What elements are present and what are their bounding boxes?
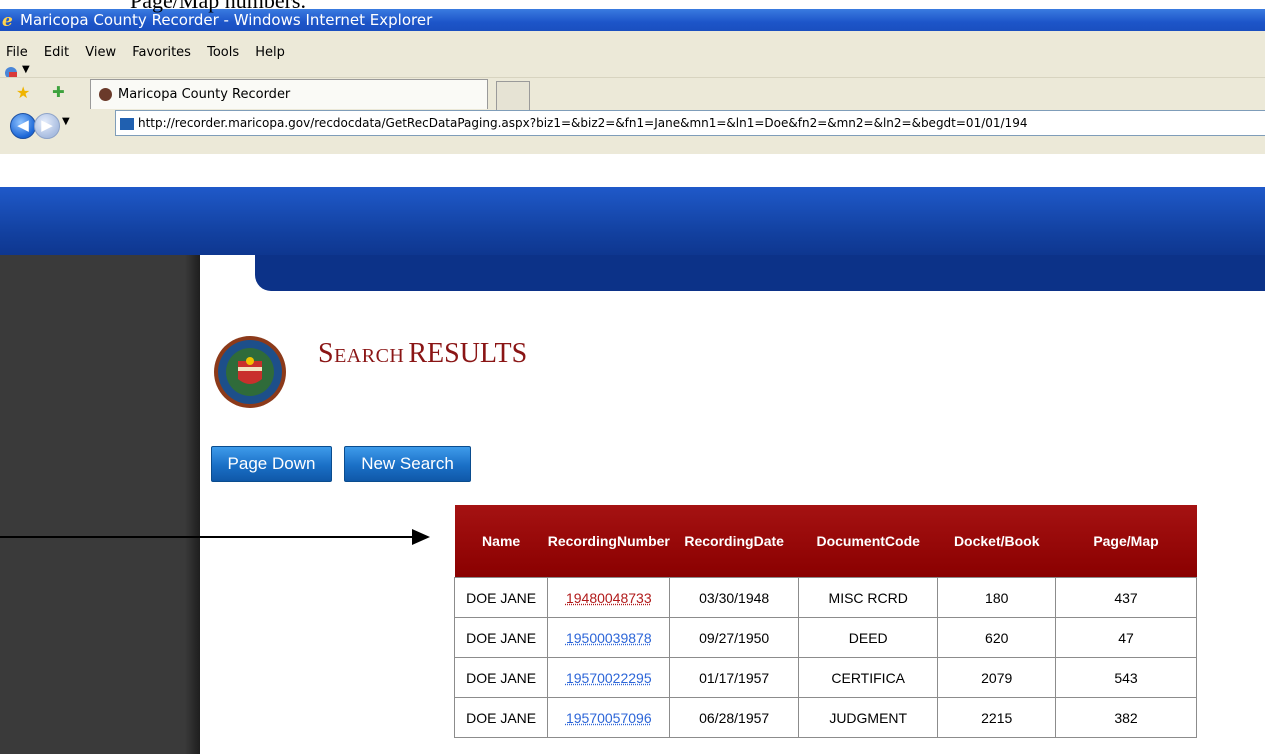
site-favicon-icon bbox=[99, 88, 112, 101]
cell-page-map: 47 bbox=[1055, 617, 1197, 658]
cell-name: DOE JANE bbox=[453, 697, 549, 738]
menu-help[interactable]: Help bbox=[255, 45, 285, 60]
cell-recording-date: 09/27/1950 bbox=[669, 617, 799, 658]
column-header-recording-number: RecordingNumber bbox=[547, 505, 670, 578]
cell-document-code: MISC RCRD bbox=[797, 577, 939, 618]
cell-docket-book: 180 bbox=[937, 577, 1056, 618]
cell-docket-book: 620 bbox=[937, 617, 1056, 658]
cell-recording-number: 19500039878 bbox=[547, 617, 671, 658]
address-input[interactable]: http://recorder.maricopa.gov/recdocdata/… bbox=[115, 110, 1265, 136]
results-table: Name RecordingNumber RecordingDate Docum… bbox=[453, 505, 1197, 738]
address-url: http://recorder.maricopa.gov/recdocdata/… bbox=[138, 116, 1028, 130]
favorites-star-icon[interactable]: ★ bbox=[16, 83, 30, 102]
table-row: DOE JANE 19570057096 06/28/1957 JUDGMENT… bbox=[453, 697, 1197, 738]
column-header-page-map: Page/Map bbox=[1055, 505, 1197, 578]
menu-file[interactable]: File bbox=[6, 45, 28, 60]
cell-recording-date: 06/28/1957 bbox=[669, 697, 799, 738]
menu-bar: File Edit View Favorites Tools Help ▼ bbox=[0, 31, 1265, 79]
page-title-big: RESULTS bbox=[408, 338, 528, 369]
left-sidebar bbox=[0, 255, 200, 754]
cell-document-code: DEED bbox=[797, 617, 939, 658]
cell-name: DOE JANE bbox=[453, 577, 549, 618]
column-header-name: Name bbox=[454, 505, 548, 578]
table-row: DOE JANE 19500039878 09/27/1950 DEED 620… bbox=[453, 617, 1197, 658]
cell-recording-date: 01/17/1957 bbox=[669, 657, 799, 698]
cell-name: DOE JANE bbox=[453, 657, 549, 698]
cell-docket-book: 2079 bbox=[937, 657, 1056, 698]
forward-arrow-icon: ▶ bbox=[41, 116, 53, 134]
cell-recording-date: 03/30/1948 bbox=[669, 577, 799, 618]
county-seal-logo bbox=[214, 336, 286, 408]
cell-docket-book: 2215 bbox=[937, 697, 1056, 738]
recording-number-link[interactable]: 19570057096 bbox=[566, 710, 652, 726]
new-tab-button[interactable] bbox=[496, 81, 530, 110]
tab-maricopa[interactable]: Maricopa County Recorder bbox=[90, 79, 488, 109]
column-header-recording-date: RecordingDate bbox=[669, 505, 799, 578]
tab-label: Maricopa County Recorder bbox=[118, 87, 291, 102]
table-row: DOE JANE 19480048733 03/30/1948 MISC RCR… bbox=[453, 577, 1197, 618]
cell-recording-number: 19480048733 bbox=[547, 577, 671, 618]
back-arrow-icon: ◀ bbox=[17, 116, 29, 134]
cell-page-map: 382 bbox=[1055, 697, 1197, 738]
ie-logo-icon: e bbox=[2, 11, 13, 31]
header-curve bbox=[255, 255, 1265, 291]
recording-number-link[interactable]: 19570022295 bbox=[566, 670, 652, 686]
toolbar-dropdown-icon[interactable]: ▼ bbox=[22, 64, 30, 75]
cell-document-code: CERTIFICA bbox=[797, 657, 939, 698]
menu-view[interactable]: View bbox=[85, 45, 116, 60]
sidebar-shadow bbox=[185, 255, 200, 754]
forward-button[interactable]: ▶ bbox=[34, 113, 60, 139]
recording-number-link[interactable]: 19500039878 bbox=[566, 630, 652, 646]
menu-tools[interactable]: Tools bbox=[207, 45, 239, 60]
results-header-row: Name RecordingNumber RecordingDate Docum… bbox=[454, 505, 1197, 578]
menu-favorites[interactable]: Favorites bbox=[132, 45, 191, 60]
history-dropdown-icon[interactable]: ▼ bbox=[62, 116, 70, 127]
new-search-button[interactable]: New Search bbox=[344, 446, 471, 482]
page-down-button[interactable]: Page Down bbox=[211, 446, 332, 482]
cell-page-map: 543 bbox=[1055, 657, 1197, 698]
cell-recording-number: 19570022295 bbox=[547, 657, 671, 698]
page-title-small: Search bbox=[318, 338, 405, 369]
cell-recording-number: 19570057096 bbox=[547, 697, 671, 738]
cell-name: DOE JANE bbox=[453, 617, 549, 658]
document-caption: Page/Map numbers. bbox=[130, 0, 306, 13]
cell-page-map: 437 bbox=[1055, 577, 1197, 618]
annotation-arrow-line bbox=[0, 536, 418, 538]
annotation-arrow-icon bbox=[412, 529, 430, 545]
cell-document-code: JUDGMENT bbox=[797, 697, 939, 738]
add-favorite-icon[interactable]: ✚ bbox=[52, 83, 65, 101]
menu-edit[interactable]: Edit bbox=[44, 45, 69, 60]
page-icon bbox=[120, 117, 134, 130]
column-header-document-code: DocumentCode bbox=[798, 505, 938, 578]
back-button[interactable]: ◀ bbox=[10, 113, 36, 139]
page-title: Search RESULTS bbox=[318, 338, 527, 370]
recording-number-link[interactable]: 19480048733 bbox=[566, 590, 652, 606]
site-header-band bbox=[0, 187, 1265, 265]
table-row: DOE JANE 19570022295 01/17/1957 CERTIFIC… bbox=[453, 657, 1197, 698]
column-header-docket-book: Docket/Book bbox=[937, 505, 1056, 578]
